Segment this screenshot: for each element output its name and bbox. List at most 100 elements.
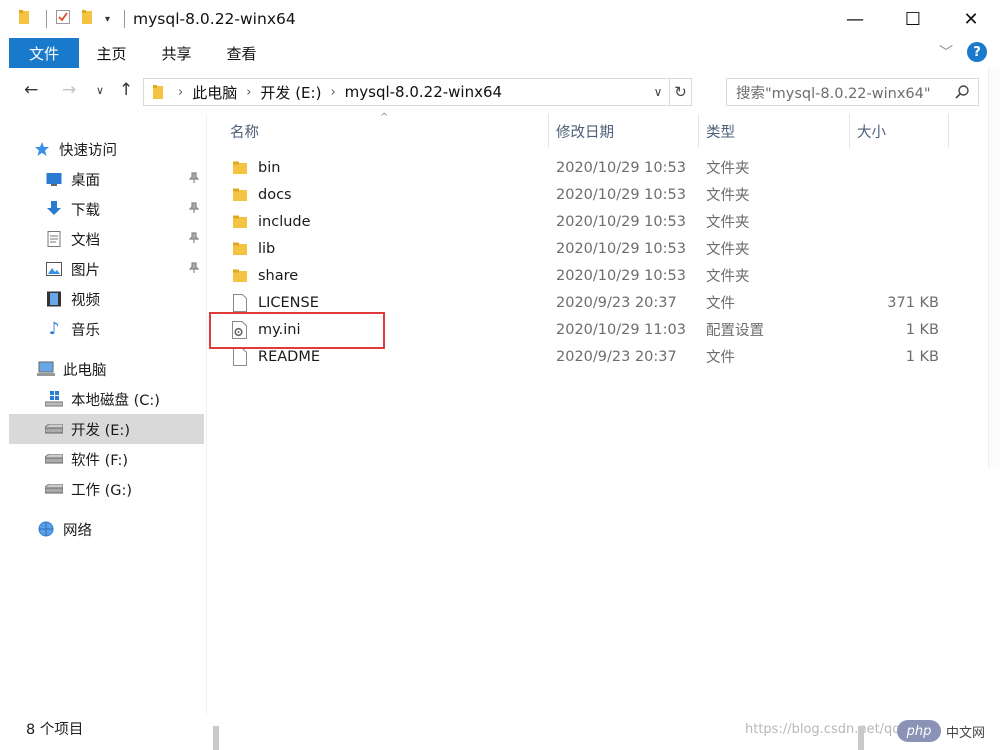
horizontal-scrollbar-right[interactable]	[858, 726, 864, 750]
tab-view[interactable]: 查看	[209, 38, 274, 68]
tab-home[interactable]: 主页	[79, 38, 144, 68]
sidebar-item-label: 开发 (E:)	[71, 422, 130, 439]
status-bar: 8 个项目 https://blog.csdn.net/qq_ php 中文网	[0, 714, 1000, 750]
sidebar-item-drive-c[interactable]: 本地磁盘 (C:)	[45, 384, 205, 414]
expand-ribbon-icon[interactable]: ﹀	[939, 42, 953, 62]
sidebar-item-videos[interactable]: 视频	[45, 284, 205, 314]
horizontal-scrollbar-left[interactable]	[213, 726, 219, 750]
sort-ascending-icon: ^	[380, 112, 389, 123]
pin-icon[interactable]	[188, 232, 200, 248]
file-icon	[231, 347, 249, 366]
picture-icon	[45, 260, 63, 278]
sidebar-item-label: 此电脑	[63, 362, 107, 379]
file-size	[857, 262, 939, 289]
search-input[interactable]: 搜索"mysql-8.0.22-winx64"	[736, 82, 931, 103]
sidebar-item-network[interactable]: 网络	[37, 514, 197, 544]
sidebar-item-downloads[interactable]: 下载	[45, 194, 205, 224]
folder-icon	[231, 240, 249, 258]
chevron-right-icon[interactable]: ›	[246, 85, 251, 100]
ribbon-right-controls: ﹀ ?	[939, 42, 987, 62]
file-name-cell[interactable]: bin	[231, 154, 280, 181]
file-name-cell[interactable]: include	[231, 208, 311, 235]
pin-icon[interactable]	[188, 172, 200, 188]
sidebar-item-quick-access[interactable]: 快速访问	[33, 134, 193, 164]
file-name: include	[258, 213, 311, 230]
sidebar-item-pictures[interactable]: 图片	[45, 254, 205, 284]
chevron-right-icon[interactable]: ›	[330, 85, 335, 100]
search-box[interactable]: 搜索"mysql-8.0.22-winx64"	[726, 78, 979, 106]
sidebar-item-this-pc[interactable]: 此电脑	[37, 354, 197, 384]
pin-icon[interactable]	[188, 262, 200, 278]
search-icon[interactable]	[954, 84, 970, 104]
sidebar-item-drive-g[interactable]: 工作 (G:)	[45, 474, 205, 504]
sidebar-item-label: 桌面	[71, 172, 100, 189]
help-icon[interactable]: ?	[967, 42, 987, 62]
address-bar[interactable]: › 此电脑 › 开发 (E:) › mysql-8.0.22-winx64 ∨ …	[143, 78, 692, 106]
navigation-bar: ← → ∨ ↑ › 此电脑 › 开发 (E:) › mysql-8.0.22-w…	[0, 68, 1000, 114]
new-folder-icon[interactable]	[81, 9, 95, 29]
sidebar-item-label: 下载	[71, 202, 100, 219]
column-header-type[interactable]: 类型	[706, 114, 735, 148]
maximize-button[interactable]: ☐	[884, 0, 942, 38]
file-name: lib	[258, 240, 276, 257]
recent-locations-button[interactable]: ∨	[96, 84, 104, 97]
file-type: 文件夹	[706, 242, 750, 258]
file-name-cell[interactable]: lib	[231, 235, 275, 262]
toolbar-divider	[124, 10, 126, 28]
refresh-icon[interactable]: ↻	[669, 79, 691, 105]
file-name-cell[interactable]: share	[231, 262, 298, 289]
close-button[interactable]: ✕	[942, 0, 1000, 38]
breadcrumb-this-pc[interactable]: 此电脑	[192, 82, 237, 103]
drive-icon	[45, 480, 63, 498]
tab-file[interactable]: 文件	[9, 38, 79, 68]
file-row[interactable]: lib 2020/10/29 10:53 文件夹	[207, 235, 967, 262]
file-date: 2020/9/23 20:37	[556, 294, 677, 311]
file-name: share	[258, 267, 299, 284]
pin-icon[interactable]	[188, 202, 200, 218]
file-row[interactable]: docs 2020/10/29 10:53 文件夹	[207, 181, 967, 208]
file-type: 文件	[706, 350, 735, 366]
column-divider[interactable]	[849, 114, 850, 148]
file-name-cell[interactable]: docs	[231, 181, 292, 208]
sidebar-item-label: 网络	[63, 522, 92, 539]
file-size: 1 KB	[905, 321, 939, 338]
sidebar-item-drive-f[interactable]: 软件 (F:)	[45, 444, 205, 474]
column-divider[interactable]	[698, 114, 699, 148]
tab-share[interactable]: 共享	[144, 38, 209, 68]
sidebar-item-documents[interactable]: 文档	[45, 224, 205, 254]
column-header-size[interactable]: 大小	[857, 114, 886, 148]
sidebar-item-desktop[interactable]: 桌面	[45, 164, 205, 194]
file-date: 2020/10/29 10:53	[556, 213, 686, 230]
file-row[interactable]: include 2020/10/29 10:53 文件夹	[207, 208, 967, 235]
file-type: 文件	[706, 296, 735, 312]
column-header-name[interactable]: 名称	[230, 114, 259, 148]
folder-icon	[18, 9, 32, 29]
customize-toolbar-icon[interactable]: ▾	[105, 14, 110, 25]
breadcrumb-mysql-folder[interactable]: mysql-8.0.22-winx64	[345, 83, 502, 101]
file-date: 2020/10/29 10:53	[556, 159, 686, 176]
drive-icon	[45, 450, 63, 468]
sidebar-item-drive-e[interactable]: 开发 (E:)	[9, 414, 204, 444]
chevron-right-icon[interactable]: ›	[178, 85, 183, 100]
file-row[interactable]: bin 2020/10/29 10:53 文件夹	[207, 154, 967, 181]
address-history-dropdown[interactable]: ∨	[647, 85, 669, 99]
windows-drive-icon	[45, 390, 63, 408]
file-row[interactable]: share 2020/10/29 10:53 文件夹	[207, 262, 967, 289]
sidebar-item-label: 工作 (G:)	[71, 482, 133, 499]
forward-button[interactable]: →	[62, 80, 76, 100]
column-divider[interactable]	[948, 114, 949, 148]
network-icon	[37, 520, 55, 538]
file-size: 371 KB	[887, 294, 939, 311]
up-button[interactable]: ↑	[119, 80, 133, 100]
document-icon	[45, 230, 63, 248]
sidebar-item-label: 快速访问	[59, 142, 117, 159]
column-divider[interactable]	[548, 114, 549, 148]
back-button[interactable]: ←	[24, 80, 38, 100]
breadcrumb-drive-e[interactable]: 开发 (E:)	[260, 82, 321, 103]
navigation-pane: 快速访问 桌面 下载 文档 图片 视频 ♪ 音乐 此电脑 本地磁盘 (C:) 开…	[0, 114, 206, 714]
column-header-date[interactable]: 修改日期	[556, 114, 614, 148]
minimize-button[interactable]: —	[826, 0, 884, 38]
properties-icon[interactable]	[55, 9, 71, 29]
background-window-edge	[988, 68, 1000, 468]
sidebar-item-music[interactable]: ♪ 音乐	[45, 314, 205, 344]
